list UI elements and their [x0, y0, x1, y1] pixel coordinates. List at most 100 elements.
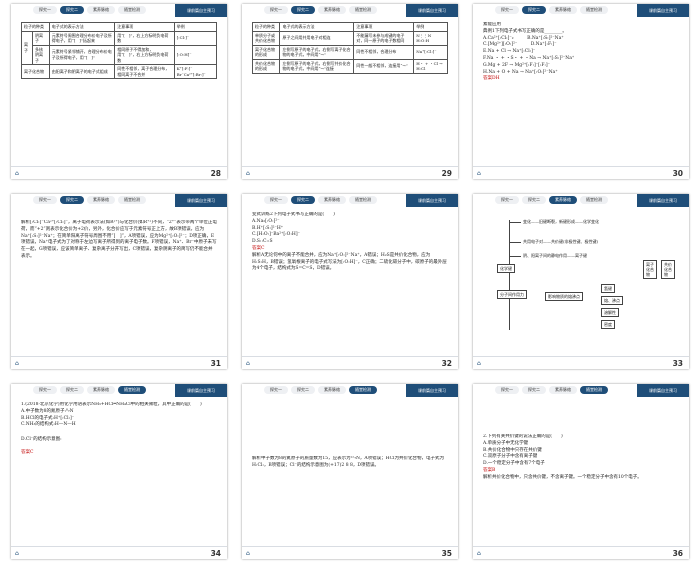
table-cell: [:O:H]⁻	[173, 44, 217, 65]
tab-context[interactable]: 素养脉络	[318, 6, 346, 14]
footer-logo-icon: ⌂	[15, 170, 19, 177]
section-ribbon[interactable]: 课前篇自主预习	[637, 4, 689, 17]
tab-explore-2[interactable]: 探究二	[522, 386, 546, 394]
tab-explore-1[interactable]: 探究一	[33, 6, 57, 14]
slide-content: 粒子的种类 电子式的表示方法 注意事项 举例 单质分子或共价化合物 原子之间用共…	[252, 22, 448, 165]
slide-thumbnail[interactable]: 探究一 探究二 素养脉络 随堂检测 课前篇自主预习 素能应用 典例1下列电子式书…	[473, 4, 689, 179]
concept-map: 化学键 变化——旧键断裂，新键形成——化学变化 共用电子对——共价键(非极性键、…	[483, 212, 679, 355]
concept-box: 共价化合物	[661, 260, 675, 279]
table-cell: 离子	[21, 30, 33, 65]
tab-explore-1[interactable]: 探究一	[495, 6, 519, 14]
slide-thumbnail[interactable]: 探究一 探究二 素养脉络 随堂检测 课前篇自主预习 1.(2018·北京化学)用…	[11, 384, 227, 559]
slide-footer: ⌂ 36	[473, 546, 689, 559]
slide-header: 探究一 探究二 素养脉络 随堂检测 课前篇自主预习	[242, 384, 458, 397]
table-cell: 左侧写原子的电子式，右侧写共价化合物的电子式，中间用“→”连接	[279, 58, 355, 74]
section-ribbon[interactable]: 课前篇自主预习	[175, 194, 227, 207]
slide-thumbnail[interactable]: 探究一 探究二 素养脉络 随堂检测 课前篇自主预习 2.下列有关共价键的说法正确…	[473, 384, 689, 559]
tab-explore-1[interactable]: 探究一	[33, 386, 57, 394]
tab-explore-2[interactable]: 探究二	[522, 196, 546, 204]
tab-quiz[interactable]: 随堂检测	[349, 196, 377, 204]
tab-quiz[interactable]: 随堂检测	[580, 6, 608, 14]
question-stem: 2.下列有关共价键的说法正确的是( )	[483, 434, 563, 439]
tab-explore-2[interactable]: 探究二	[60, 6, 84, 14]
slide-header: 探究一 探究二 素养脉络 随堂检测 课前篇自主预习	[11, 384, 227, 397]
tab-context[interactable]: 素养脉络	[87, 386, 115, 394]
concept-box: 溶解性	[601, 308, 619, 317]
footer-logo-icon: ⌂	[477, 170, 481, 177]
slide-thumbnail[interactable]: 探究一 探究二 素养脉络 随堂检测 课前篇自主预习 解析中子数为8的氮原子的质量…	[242, 384, 458, 559]
tab-explore-1[interactable]: 探究一	[495, 386, 519, 394]
table-cell: 阴离子	[31, 30, 50, 46]
concept-box: 共用电子对——共价键(非极性键、极性键)	[521, 238, 601, 245]
tab-bar: 探究一 探究二 素养脉络 随堂检测	[33, 6, 146, 14]
tab-explore-2[interactable]: 探究二	[60, 196, 84, 204]
section-ribbon[interactable]: 课前篇自主预习	[175, 384, 227, 397]
tab-quiz[interactable]: 随堂检测	[580, 196, 608, 204]
footer-logo-icon: ⌂	[477, 550, 481, 557]
section-ribbon[interactable]: 课前篇自主预习	[637, 194, 689, 207]
tab-context[interactable]: 素养脉络	[549, 196, 577, 204]
tab-explore-1[interactable]: 探究一	[495, 196, 519, 204]
tab-explore-2[interactable]: 探究二	[60, 386, 84, 394]
slide-content: 变式训练2下列电子式书写正确的是( ) A.Na₂[:O:]²⁻ B.H⁺[:S…	[252, 212, 448, 355]
slide-thumbnail[interactable]: 探究一 探究二 素养脉络 随堂检测 课前篇自主预习 变式训练2下列电子式书写正确…	[242, 194, 458, 369]
concept-box: 影响物质的熔沸点	[545, 292, 583, 301]
section-ribbon[interactable]: 课前篇自主预习	[406, 384, 458, 397]
table-header: 电子式的表示方法	[48, 22, 116, 32]
slide-thumbnail[interactable]: 探究一 探究二 素养脉络 随堂检测 课前篇自主预习 化学键 变化——旧键断裂，新…	[473, 194, 689, 369]
slide-thumbnail[interactable]: 探究一 探究二 素养脉络 随堂检测 课前篇自主预习 粒子的种类 电子式的表示方法…	[242, 4, 458, 179]
section-ribbon[interactable]: 课前篇自主预习	[637, 384, 689, 397]
option-line: C.NH₃的结构式:H—N—H	[21, 422, 76, 428]
tab-explore-1[interactable]: 探究一	[264, 196, 288, 204]
tab-context[interactable]: 素养脉络	[549, 386, 577, 394]
section-ribbon[interactable]: 课前篇自主预习	[406, 194, 458, 207]
tab-bar: 探究一 探究二 素养脉络 随堂检测	[495, 386, 608, 394]
section-ribbon[interactable]: 课前篇自主预习	[406, 4, 458, 17]
tab-quiz[interactable]: 随堂检测	[118, 196, 146, 204]
slide-header: 探究一 探究二 素养脉络 随堂检测 课前篇自主预习	[11, 194, 227, 207]
tab-context[interactable]: 素养脉络	[318, 196, 346, 204]
tab-explore-1[interactable]: 探究一	[264, 386, 288, 394]
option-line: D.S::C::S	[252, 239, 273, 245]
tab-explore-1[interactable]: 探究一	[264, 6, 288, 14]
table-cell: 元素符号紧邻铺开，合理分布价电子及所得电子，用“[ ]”	[48, 44, 116, 65]
tab-context[interactable]: 素养脉络	[87, 6, 115, 14]
tab-quiz[interactable]: 随堂检测	[349, 386, 377, 394]
table-cell: N⋮⋮N H:O:H	[413, 30, 448, 46]
tab-quiz[interactable]: 随堂检测	[580, 386, 608, 394]
tab-explore-2[interactable]: 探究二	[291, 196, 315, 204]
tab-context[interactable]: 素养脉络	[549, 6, 577, 14]
tab-quiz[interactable]: 随堂检测	[349, 6, 377, 14]
slide-footer: ⌂ 33	[473, 356, 689, 369]
table-row: 共价化合物的形成 左侧写原子的电子式，右侧写共价化合物的电子式，中间用“→”连接…	[252, 58, 448, 74]
table-row: 离子化合物的形成 左侧写原子的电子式，右侧写离子化合物的电子式，中间用“→” 同…	[252, 44, 448, 60]
analysis-paragraph: 解析A无论何中的离子不能合并，应为Na⁺[:O:]²⁻Na⁺，A错误；H₂S是共…	[252, 252, 447, 272]
concept-box: 氢键	[601, 284, 615, 293]
section-ribbon[interactable]: 课前篇自主预习	[175, 4, 227, 17]
concept-box: 变化——旧键断裂，新键形成——化学变化	[521, 218, 601, 225]
tab-explore-2[interactable]: 探究二	[522, 6, 546, 14]
tab-context[interactable]: 素养脉络	[318, 386, 346, 394]
table-cell: 单质分子或共价化合物	[252, 30, 281, 46]
table-cell: 由阳离子和阴离子的电子式组成	[48, 64, 116, 79]
tab-explore-2[interactable]: 探究二	[291, 6, 315, 14]
tab-context[interactable]: 素养脉络	[87, 196, 115, 204]
slide-header: 探究一 探究二 素养脉络 随堂检测 课前篇自主预习	[473, 194, 689, 207]
table-cell: 用“[ ]”，右上方标明负电荷数	[114, 30, 175, 46]
analysis-paragraph: 解析中子数为8的氮原子的质量数为15，应表示为¹⁵₇N，A项错误；HCl为共价化…	[252, 456, 444, 468]
table-cell: 离子化合物	[21, 64, 50, 79]
tab-bar: 探究一 探究二 素养脉络 随堂检测	[264, 6, 377, 14]
tab-quiz[interactable]: 随堂检测	[118, 6, 146, 14]
table-cell: Na⁺[:Cl:]⁻	[413, 44, 448, 60]
tab-explore-1[interactable]: 探究一	[33, 196, 57, 204]
option-line: D.Cl⁻的结构示意图:	[21, 437, 62, 443]
page-number: 28	[210, 169, 221, 178]
slide-thumbnail[interactable]: 探究一 探究二 素养脉络 随堂检测 课前篇自主预习 粒子的种类 电子式的表示方法…	[11, 4, 227, 179]
tab-explore-2[interactable]: 探究二	[291, 386, 315, 394]
slide-header: 探究一 探究二 素养脉络 随堂检测 课前篇自主预习	[473, 384, 689, 397]
slide-thumbnail[interactable]: 探究一 探究二 素养脉络 随堂检测 课前篇自主预习 解析[:Cl:]⁻Ca²⁺[…	[11, 194, 227, 369]
option-line: H.Na + O + Na → Na⁺[:O:]²⁻Na⁺	[483, 69, 558, 75]
tab-quiz[interactable]: 随堂检测	[118, 386, 146, 394]
option-line: D.一个稳定分子中含有7个电子	[483, 461, 545, 467]
slide-header: 探究一 探究二 素养脉络 随堂检测 课前篇自主预习	[242, 194, 458, 207]
